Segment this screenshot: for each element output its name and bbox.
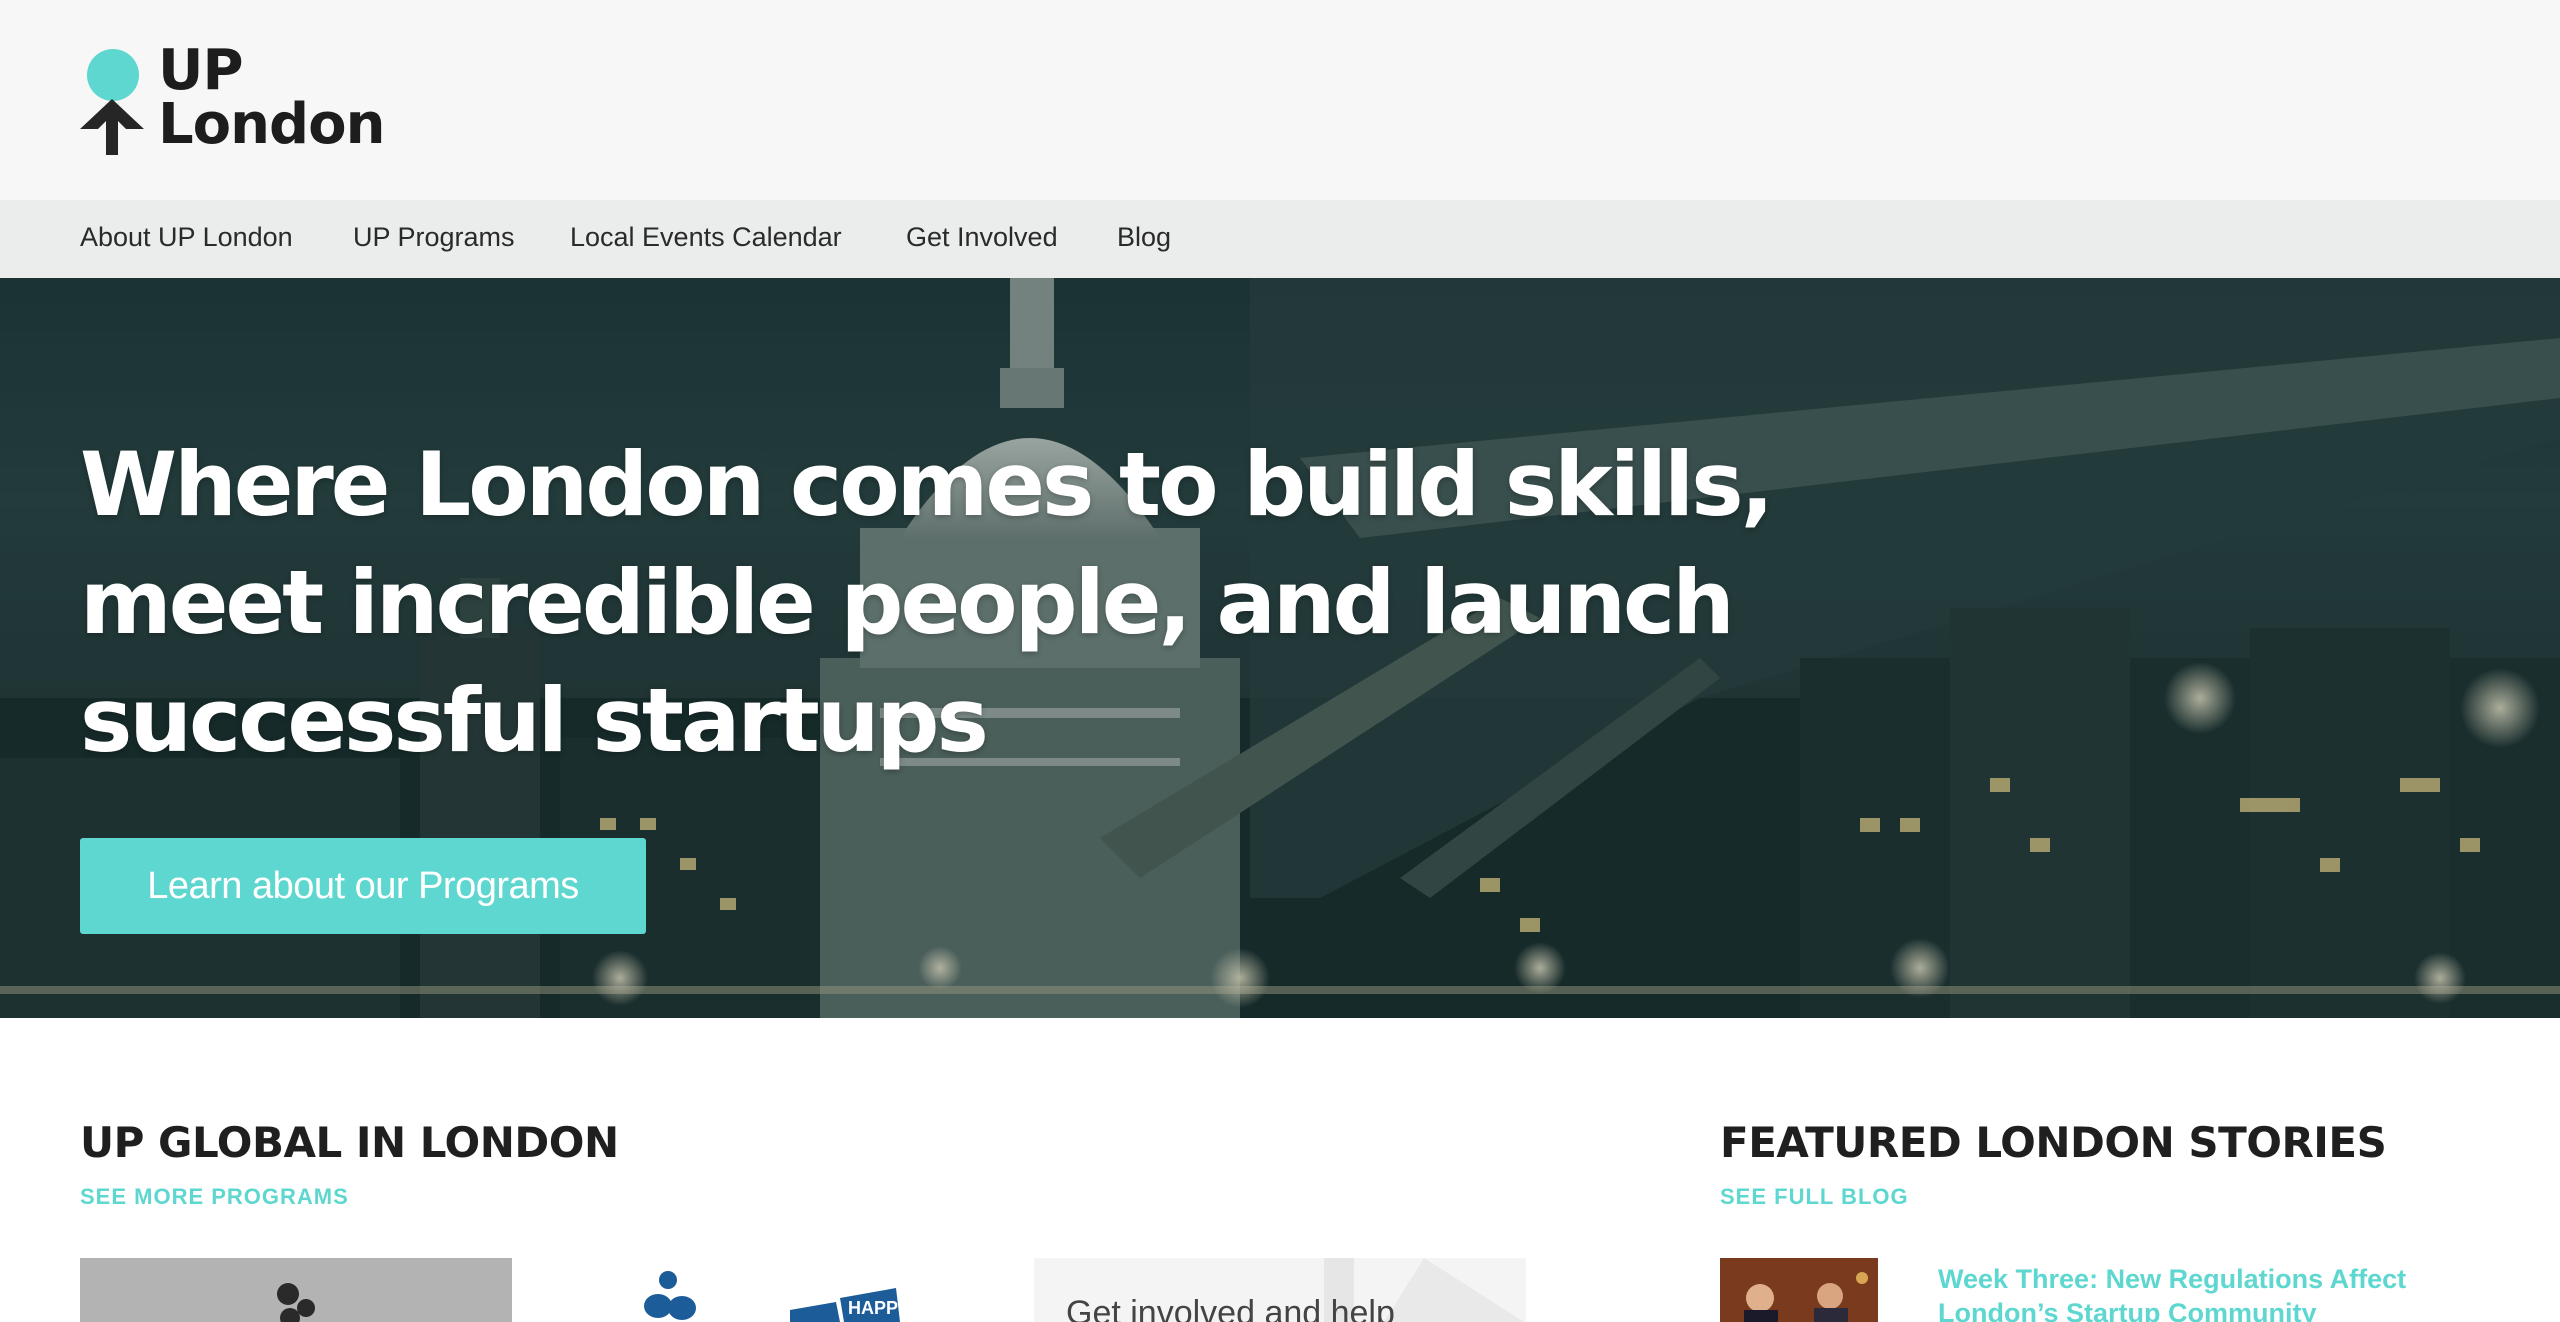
learn-programs-button[interactable]: Learn about our Programs	[80, 838, 646, 934]
up-london-logo[interactable]: UP London	[80, 43, 385, 164]
stories-section-title: FEATURED LONDON STORIES	[1720, 1118, 2387, 1167]
logo-arrow-icon	[80, 99, 144, 155]
program-card[interactable]: HAPPEN	[600, 1258, 980, 1322]
logo-line-2: London	[158, 92, 385, 157]
see-full-blog-link[interactable]: SEE FULL BLOG	[1720, 1184, 1909, 1210]
hero-banner: Where London comes to build skills, meet…	[0, 278, 2560, 1018]
main-nav: About UP London UP Programs Local Events…	[0, 200, 2560, 278]
program-card[interactable]	[80, 1258, 512, 1322]
make-it-happen-logo-icon: HAPPEN	[644, 1271, 923, 1322]
logo-dot-icon	[87, 49, 139, 101]
story-thumbnail[interactable]	[1720, 1258, 1878, 1322]
story-link[interactable]: Week Three: New Regulations Affect Londo…	[1938, 1262, 2458, 1322]
get-involved-card-text: Get involved and help	[1066, 1294, 1395, 1322]
story-photo-image	[1720, 1258, 1878, 1322]
site-header: UP London	[0, 0, 2560, 200]
hero-title: Where London comes to build skills, meet…	[80, 433, 1774, 772]
nav-item-about[interactable]: About UP London	[80, 200, 293, 278]
see-more-programs-link[interactable]: SEE MORE PROGRAMS	[80, 1184, 349, 1210]
nav-item-programs[interactable]: UP Programs	[353, 200, 515, 278]
nav-item-blog[interactable]: Blog	[1117, 200, 1171, 278]
program-logo-icon	[277, 1283, 315, 1322]
nav-item-events-calendar[interactable]: Local Events Calendar	[570, 200, 842, 278]
get-involved-card[interactable]: Get involved and help	[1034, 1258, 1526, 1322]
logo-wordmark: UP London	[158, 38, 385, 157]
nav-item-get-involved[interactable]: Get Involved	[906, 200, 1058, 278]
make-it-happen-logo-text: HAPPEN	[848, 1298, 923, 1318]
programs-section-title: UP GLOBAL IN LONDON	[80, 1118, 619, 1167]
logo-line-1: UP	[158, 38, 244, 103]
